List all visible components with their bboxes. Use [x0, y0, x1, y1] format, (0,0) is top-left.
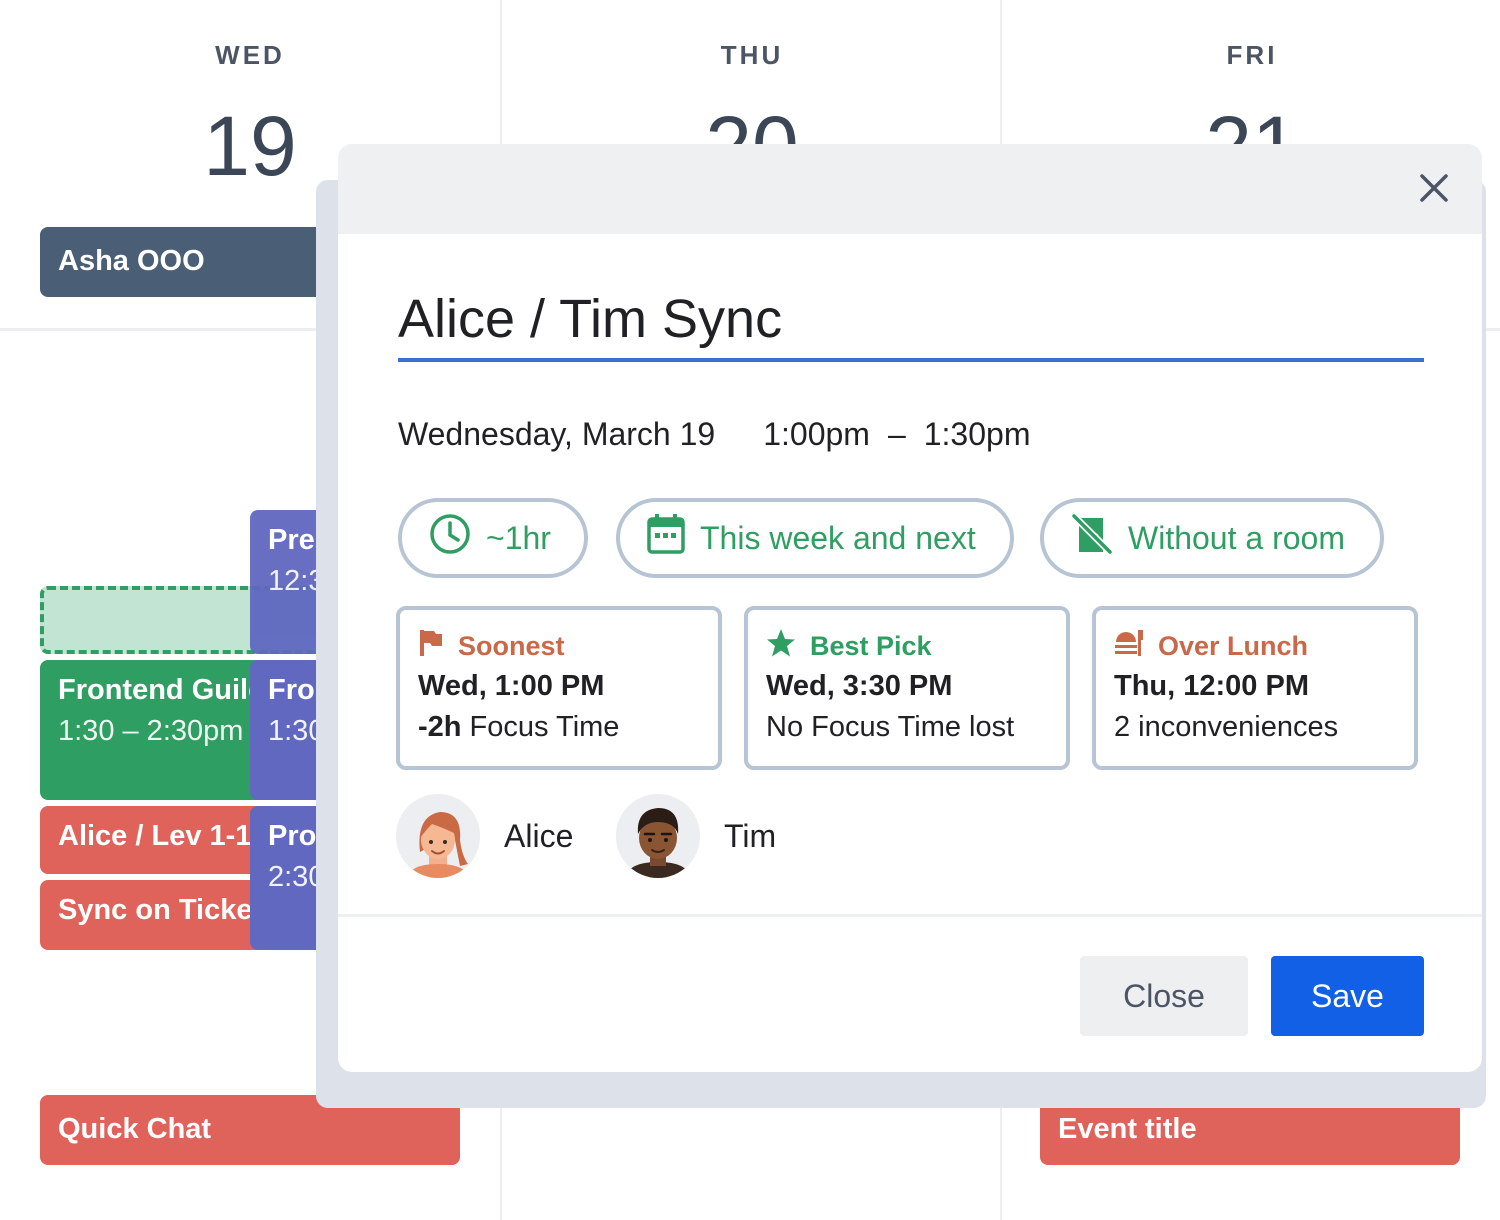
event-title: Frontend Guild	[58, 674, 266, 706]
suggestion-time: Wed, 3:30 PM	[766, 670, 953, 702]
duration-filter-pill[interactable]: ~1hr	[398, 498, 588, 578]
range-label: This week and next	[700, 519, 976, 556]
event-title: Sync on Ticket	[58, 894, 263, 926]
event-title: Quick Chat	[58, 1113, 212, 1145]
event-time: 1:30 – 2:30pm	[58, 715, 244, 747]
suggestion-label: Soonest	[418, 626, 700, 666]
star-icon	[766, 628, 810, 665]
calendar-icon	[646, 513, 700, 563]
suggestion-note: No Focus Time lost	[766, 711, 1015, 743]
event-date[interactable]: Wednesday, March 19	[398, 416, 715, 453]
range-filter-pill[interactable]: This week and next	[616, 498, 1014, 578]
schedule-dialog: Wednesday, March 19 1:00pm–1:30pm ~1hr Th…	[338, 144, 1482, 1072]
lunch-icon	[1114, 628, 1158, 665]
room-filter-pill[interactable]: Without a room	[1040, 498, 1384, 578]
event-title: Event title	[1058, 1113, 1197, 1145]
event-alice-lev[interactable]: Alice / Lev 1-1	[40, 806, 280, 874]
event-sync-on-ticket[interactable]: Sync on Ticket	[40, 880, 280, 950]
event-frontend-guild[interactable]: Frontend Guild 1:30 – 2:30pm	[40, 660, 280, 800]
suggestion-label: Best Pick	[766, 626, 1048, 666]
suggestion-card-best-pick[interactable]: Best Pick Wed, 3:30 PM No Focus Time los…	[744, 606, 1070, 770]
no-room-icon	[1070, 512, 1128, 564]
avatar	[616, 794, 700, 878]
date-time-row: Wednesday, March 19 1:00pm –1:30pm	[398, 416, 1030, 453]
clock-icon	[428, 512, 486, 564]
event-title-input[interactable]	[398, 280, 1424, 362]
attendee-name: Tim	[724, 817, 777, 854]
focus-time-delta: -2h	[418, 711, 462, 743]
room-label: Without a room	[1128, 519, 1345, 556]
event-title: Alice / Lev 1-1	[58, 820, 252, 852]
suggestion-time: Thu, 12:00 PM	[1114, 670, 1309, 702]
suggestion-note: -2h Focus Time	[418, 711, 620, 743]
end-time[interactable]: 1:30pm	[924, 416, 1031, 453]
attendee-alice[interactable]: Alice	[396, 794, 573, 878]
start-time[interactable]: 1:00pm	[763, 416, 870, 453]
avatar	[396, 794, 480, 878]
save-button[interactable]: Save	[1271, 956, 1424, 1036]
flag-icon	[418, 628, 458, 665]
day-of-week: WED	[215, 40, 285, 70]
suggestion-card-over-lunch[interactable]: Over Lunch Thu, 12:00 PM 2 inconvenience…	[1092, 606, 1418, 770]
time-separator: –	[887, 416, 906, 452]
footer-divider	[338, 914, 1482, 917]
day-of-week: THU	[720, 40, 784, 70]
suggestion-card-soonest[interactable]: Soonest Wed, 1:00 PM -2h Focus Time	[396, 606, 722, 770]
duration-label: ~1hr	[486, 519, 551, 556]
suggestion-label: Over Lunch	[1114, 626, 1396, 666]
attendee-tim[interactable]: Tim	[616, 794, 776, 878]
suggestion-time: Wed, 1:00 PM	[418, 670, 605, 702]
close-button[interactable]: Close	[1080, 956, 1248, 1036]
dialog-header	[338, 144, 1482, 234]
close-icon[interactable]	[1414, 168, 1454, 208]
day-of-week: FRI	[1226, 40, 1278, 70]
attendee-name: Alice	[504, 817, 574, 854]
suggestion-note: 2 inconveniences	[1114, 711, 1339, 743]
